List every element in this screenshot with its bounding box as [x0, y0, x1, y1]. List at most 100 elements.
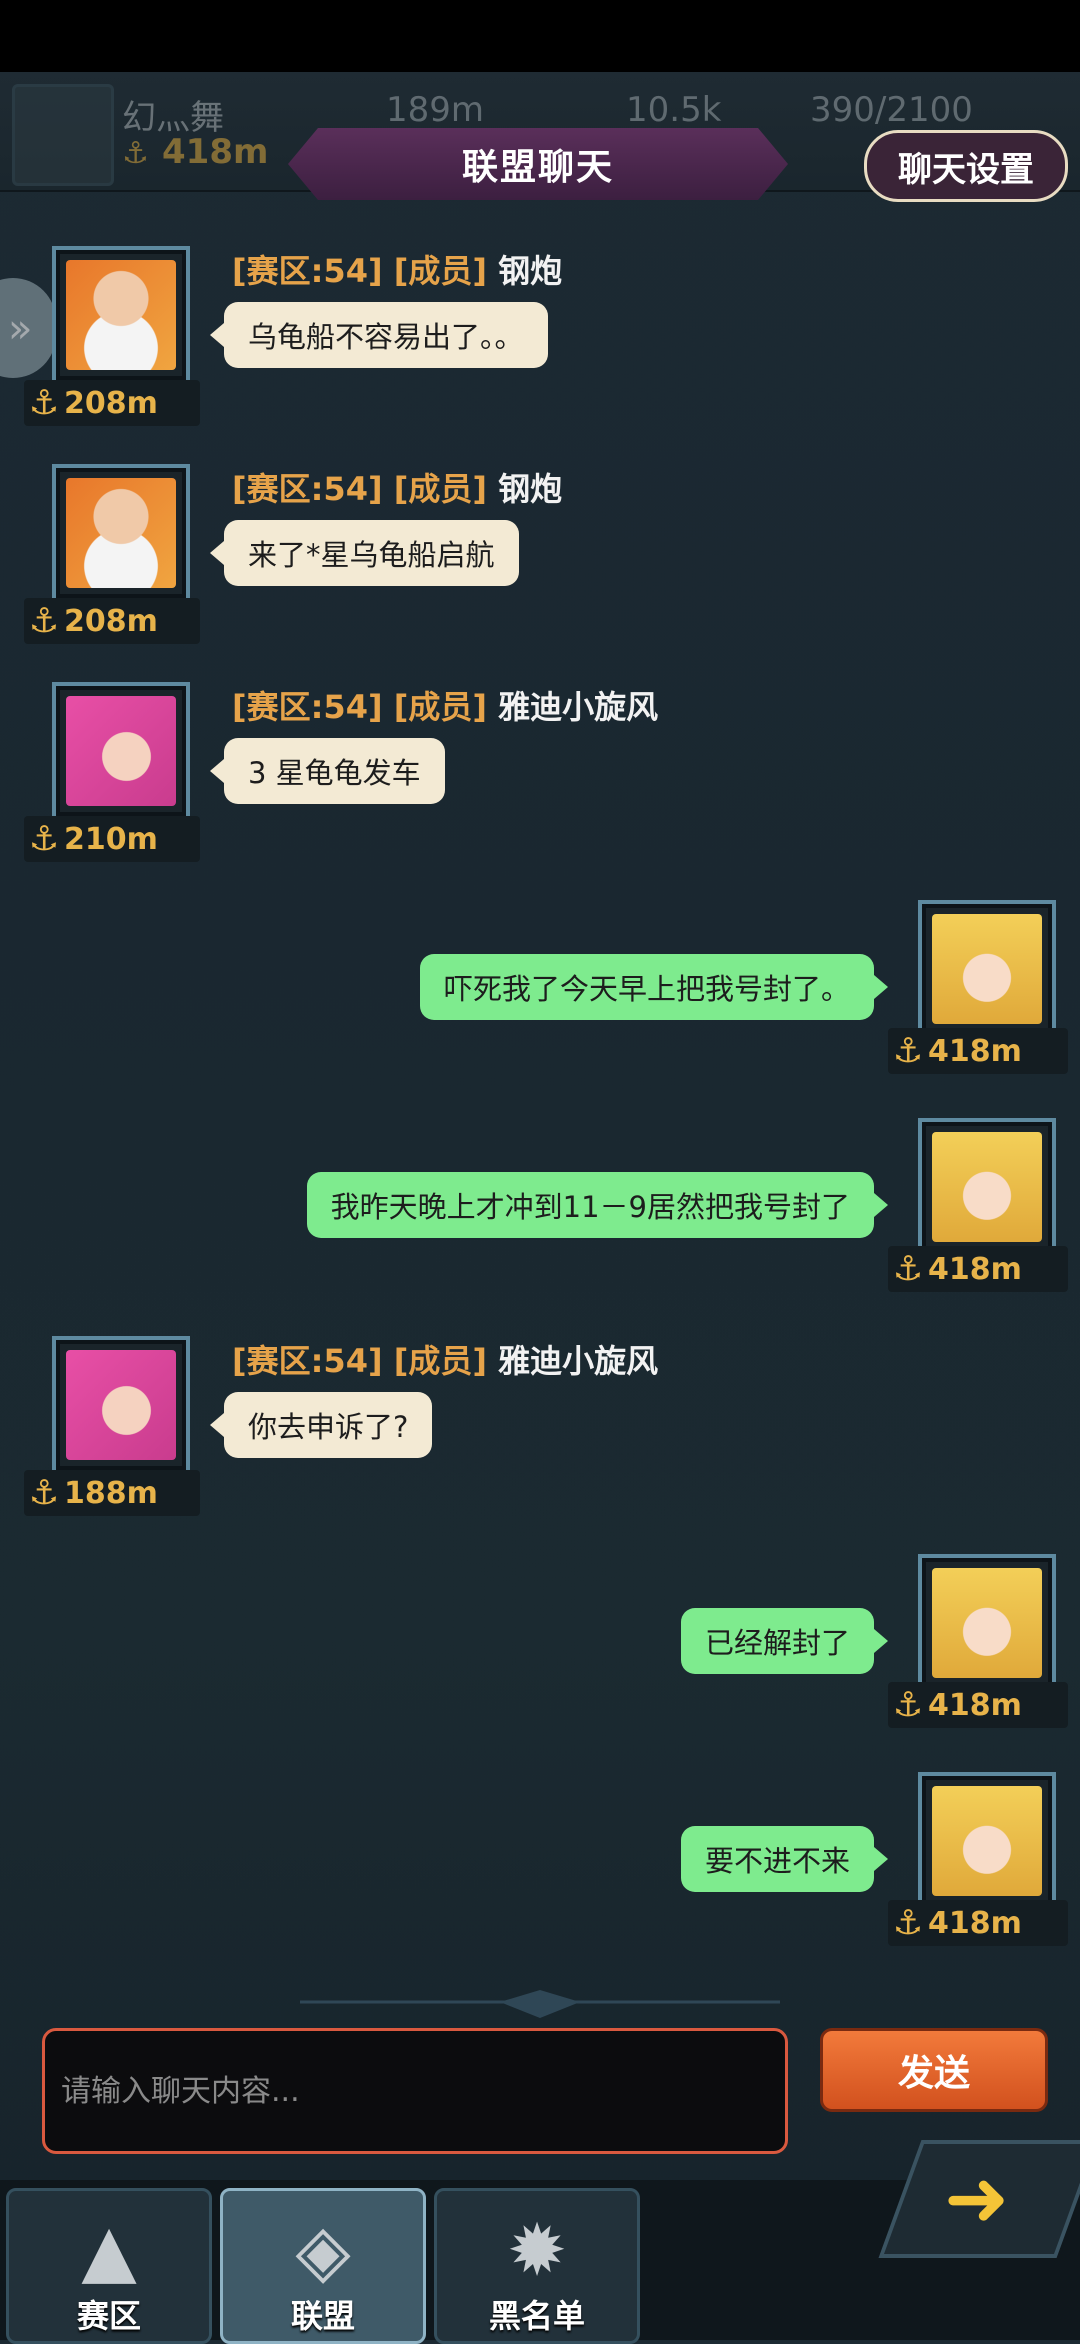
sender-label: [赛区:54] [成员] 雅迪小旋风 — [232, 682, 658, 728]
chat-message: ⚓ 210m [赛区:54] [成员] 雅迪小旋风 3 星龟龟发车 — [0, 682, 1080, 882]
distance-value: 208m — [64, 385, 158, 421]
message-bubble[interactable]: 来了*星乌龟船启航 — [210, 520, 519, 586]
distance-badge: ⚓ 210m — [24, 816, 200, 862]
arrow-right-icon: ➜ — [944, 2154, 1010, 2244]
pink-hair-girl-avatar — [66, 696, 176, 806]
blonde-maid-avatar — [932, 1132, 1042, 1242]
resource-gem: 10.5k — [626, 90, 722, 130]
anchor-icon: ⚓ — [28, 1473, 60, 1513]
distance-value: 210m — [64, 821, 158, 857]
tab-blacklist[interactable]: ✹ 黑名单 — [434, 2188, 640, 2344]
chat-input-box[interactable] — [42, 2028, 788, 2154]
chat-message: ⚓ 418m 已经解封了 — [0, 1554, 1080, 1754]
chat-message: ⚓ 208m [赛区:54] [成员] 钢炮 来了*星乌龟船启航 — [0, 464, 1080, 664]
distance-badge: ⚓ 418m — [888, 1246, 1068, 1292]
distance-badge: ⚓ 208m — [24, 380, 200, 426]
next-arrow-button[interactable]: ➜ — [878, 2140, 1080, 2258]
distance-value: 418m — [928, 1251, 1022, 1287]
blonde-maid-avatar — [932, 1568, 1042, 1678]
message-text: 已经解封了 — [704, 1626, 850, 1660]
sender-label: [赛区:54] [成员] 钢炮 — [232, 464, 562, 510]
chat-settings-button[interactable]: 聊天设置 — [864, 130, 1068, 202]
sender-avatar[interactable] — [52, 682, 190, 820]
divider-ornament — [300, 1990, 780, 2018]
sender-label: [赛区:54] [成员] 钢炮 — [232, 246, 562, 292]
sender-avatar[interactable] — [52, 1336, 190, 1474]
sender-tag: [赛区:54] [成员] — [232, 252, 487, 290]
distance-value: 418m — [928, 1905, 1022, 1941]
pink-hair-girl-avatar — [66, 1350, 176, 1460]
my-avatar[interactable] — [918, 900, 1056, 1038]
message-bubble[interactable]: 吓死我了今天早上把我号封了。 — [419, 954, 889, 1020]
tab-label: 赛区 — [76, 2297, 141, 2335]
my-avatar[interactable] — [918, 1118, 1056, 1256]
sender-tag: [赛区:54] [成员] — [232, 470, 487, 508]
sender-name: 雅迪小旋风 — [498, 1342, 659, 1380]
my-avatar[interactable] — [918, 1772, 1056, 1910]
resource-energy: 390/2100 — [810, 90, 973, 130]
blonde-maid-avatar — [932, 914, 1042, 1024]
title-banner: 联盟聊天 — [288, 128, 788, 200]
anchor-icon: ⚓ — [892, 1031, 924, 1071]
anchor-icon: ⚓ — [892, 1903, 924, 1943]
triangle-emblem-icon: ▲ — [81, 2208, 137, 2292]
send-button[interactable]: 发送 — [820, 2028, 1048, 2112]
page-title: 联盟聊天 — [461, 147, 614, 188]
blonde-maid-avatar — [932, 1786, 1042, 1896]
message-text: 3 星龟龟发车 — [248, 756, 421, 790]
message-bubble[interactable]: 你去申诉了? — [209, 1392, 433, 1458]
message-bubble[interactable]: 已经解封了 — [680, 1608, 889, 1674]
sender-avatar[interactable] — [52, 246, 190, 384]
my-avatar[interactable] — [918, 1554, 1056, 1692]
banner-emblem-icon: ◈ — [295, 2208, 351, 2292]
message-bubble[interactable]: 3 星龟龟发车 — [210, 738, 445, 804]
message-bubble[interactable]: 要不进不来 — [680, 1826, 889, 1892]
message-bubble[interactable]: 我昨天晚上才冲到11－9居然把我号封了 — [306, 1172, 889, 1238]
status-bar — [0, 0, 1080, 72]
distance-badge: ⚓ 418m — [888, 1028, 1068, 1074]
chat-message: ⚓ 208m [赛区:54] [成员] 钢炮乌龟船不容易出了。。 — [0, 246, 1080, 446]
old-man-sunglasses-avatar — [66, 478, 176, 588]
anchor-icon: ⚓ — [122, 136, 149, 171]
message-text: 吓死我了今天早上把我号封了。 — [443, 972, 850, 1006]
distance-badge: ⚓ 208m — [24, 598, 200, 644]
message-text: 我昨天晚上才冲到11－9居然把我号封了 — [330, 1190, 850, 1224]
message-text: 乌龟船不容易出了。。 — [248, 320, 524, 354]
sender-label: [赛区:54] [成员] 雅迪小旋风 — [232, 1336, 658, 1382]
sender-name: 钢炮 — [498, 252, 563, 290]
anchor-icon: ⚓ — [28, 819, 60, 859]
distance-value: 208m — [64, 603, 158, 639]
distance-badge: ⚓ 418m — [888, 1682, 1068, 1728]
chat-message: ⚓ 188m [赛区:54] [成员] 雅迪小旋风你去申诉了? — [0, 1336, 1080, 1536]
distance-value: 418m — [928, 1033, 1022, 1069]
distance-value: 188m — [64, 1475, 158, 1511]
sender-name: 雅迪小旋风 — [498, 688, 659, 726]
tab-label: 黑名单 — [488, 2297, 585, 2335]
anchor-icon: ⚓ — [28, 601, 60, 641]
anchor-icon: ⚓ — [28, 383, 60, 423]
anchor-icon: ⚓ — [892, 1685, 924, 1725]
distance-value: 418m — [928, 1687, 1022, 1723]
tab-zone[interactable]: ▲ 赛区 — [6, 2188, 212, 2344]
chat-message: ⚓ 418m 吓死我了今天早上把我号封了。 — [0, 900, 1080, 1100]
chat-message: ⚓ 418m 我昨天晚上才冲到11－9居然把我号封了 — [0, 1118, 1080, 1318]
resource-gold: 189m — [386, 90, 485, 130]
sender-tag: [赛区:54] [成员] — [232, 688, 487, 726]
spiky-head-icon: ✹ — [506, 2208, 568, 2292]
tab-label: 联盟 — [290, 2297, 355, 2335]
sender-tag: [赛区:54] [成员] — [232, 1342, 487, 1380]
message-text: 你去申诉了? — [248, 1410, 409, 1444]
tab-alliance[interactable]: ◈ 联盟 — [220, 2188, 426, 2344]
chat-message: ⚓ 418m 要不进不来 — [0, 1772, 1080, 1972]
distance-badge: ⚓ 188m — [24, 1470, 200, 1516]
message-text: 要不进不来 — [704, 1844, 850, 1878]
sender-avatar[interactable] — [52, 464, 190, 602]
anchor-icon: ⚓ — [892, 1249, 924, 1289]
message-bubble[interactable]: 乌龟船不容易出了。。 — [210, 302, 548, 368]
distance-badge: ⚓ 418m — [888, 1900, 1068, 1946]
message-text: 来了*星乌龟船启航 — [248, 538, 495, 572]
player-distance: 418m — [162, 132, 269, 172]
player-avatar[interactable] — [12, 84, 114, 186]
chat-input[interactable] — [45, 2031, 785, 2151]
sender-name: 钢炮 — [498, 470, 563, 508]
